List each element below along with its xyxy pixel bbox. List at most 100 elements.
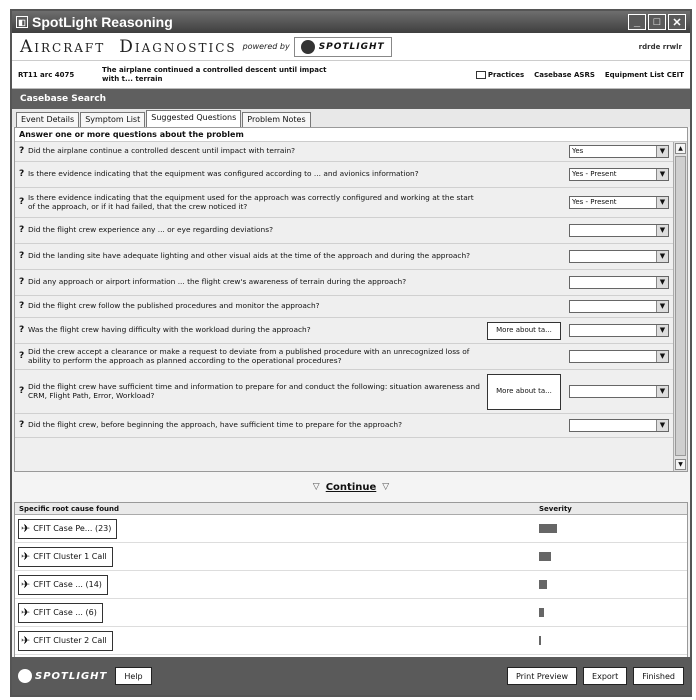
footer-bar: SPOTLIGHT Help Print Preview Export Fini… [12, 657, 690, 695]
scroll-down-arrow-icon[interactable]: ▼ [675, 459, 686, 470]
results-panel: Specific root cause found Severity ✈ CFIT… [14, 502, 688, 660]
answer-select[interactable]: ▼ [569, 385, 669, 398]
spotlight-logo-word: SPOTLIGHT [318, 41, 385, 52]
spotlight-logo: SPOTLIGHT [293, 36, 392, 57]
questions-list: ? Did the airplane continue a controlled … [15, 142, 673, 471]
question-row: ? Did the airplane continue a controlled … [15, 142, 673, 162]
result-button[interactable]: ✈ CFIT Case Pe... (23) [18, 518, 118, 539]
chevron-down-icon[interactable]: ▼ [656, 197, 668, 208]
question-text: Did the airplane continue a controlled d… [28, 146, 296, 156]
result-button[interactable]: ✈ CFIT Cluster 1 Call [18, 546, 113, 567]
severity-bar [539, 552, 551, 561]
more-about-button[interactable]: More about ta... [487, 373, 561, 410]
result-row: ✈ CFIT Case ... (14) [15, 571, 687, 599]
tab-bar: Event Details Symptom List Suggested Que… [12, 109, 690, 127]
question-text: Was the flight crew having difficulty wi… [28, 325, 311, 335]
question-row: ? Did any approach or airport information… [15, 270, 673, 296]
more-about-button[interactable]: More about ta... [487, 321, 561, 340]
finished-button[interactable]: Finished [633, 667, 684, 685]
app-window: ◧ SpotLight Reasoning _ □ ✕ Aircraft Diag… [10, 9, 692, 697]
chevron-down-icon[interactable]: ▼ [656, 325, 668, 336]
export-button[interactable]: Export [583, 667, 628, 685]
result-button[interactable]: ✈ CFIT Case ... (14) [18, 574, 108, 595]
tab-symptom-list[interactable]: Symptom List [80, 112, 146, 127]
question-help-icon[interactable]: ? [19, 198, 28, 207]
question-help-icon[interactable]: ? [19, 387, 28, 396]
answer-select[interactable]: ▼ [569, 324, 669, 337]
chevron-down-icon[interactable]: ▼ [656, 420, 668, 431]
minimize-button[interactable]: _ [628, 14, 646, 30]
tab-problem-notes[interactable]: Problem Notes [242, 112, 311, 127]
continue-button[interactable]: Continue [326, 482, 377, 493]
problem-statement: The airplane continued a controlled desc… [102, 65, 327, 83]
result-button[interactable]: ✈ CFIT Cluster 2 Call [18, 630, 113, 651]
question-help-icon[interactable]: ? [19, 421, 28, 430]
answer-select-value: Yes [572, 147, 584, 156]
answer-select[interactable]: Yes ▼ [569, 145, 669, 158]
casebase-link[interactable]: Casebase ASRS [534, 71, 595, 79]
answer-select[interactable]: ▼ [569, 300, 669, 313]
print-preview-button[interactable]: Print Preview [506, 667, 578, 685]
question-row: ? Did the landing site have adequate ligh… [15, 244, 673, 270]
question-help-icon[interactable]: ? [19, 147, 28, 156]
answer-select[interactable]: Yes - Present ▼ [569, 196, 669, 209]
severity-bar [539, 524, 557, 533]
question-help-icon[interactable]: ? [19, 170, 28, 179]
severity-cell [539, 524, 687, 533]
question-text: Did the landing site have adequate light… [28, 251, 471, 261]
question-row: ? Did the flight crew, before beginning t… [15, 414, 673, 438]
info-links: Practices Casebase ASRS Equipment List C… [475, 70, 684, 79]
chevron-down-icon[interactable]: ▼ [656, 169, 668, 180]
maximize-button[interactable]: □ [648, 14, 666, 30]
footer-actions: Print Preview Export Finished [506, 667, 684, 685]
question-help-icon[interactable]: ? [19, 278, 28, 287]
question-help-icon[interactable]: ? [19, 326, 28, 335]
chevron-down-icon[interactable]: ▼ [656, 225, 668, 236]
title-bar: ◧ SpotLight Reasoning _ □ ✕ [12, 11, 690, 33]
scroll-up-arrow-icon[interactable]: ▲ [675, 143, 686, 154]
tab-event-details[interactable]: Event Details [16, 112, 80, 127]
chevron-down-icon[interactable]: ▼ [656, 386, 668, 397]
aircraft-icon: ✈ [21, 578, 31, 591]
result-row: ✈ CFIT Case Pe... (23) [15, 515, 687, 543]
answer-select[interactable]: ▼ [569, 276, 669, 289]
result-button[interactable]: ✈ CFIT Case ... (6) [18, 602, 103, 623]
question-help-icon[interactable]: ? [19, 352, 28, 361]
aircraft-icon: ✈ [21, 522, 31, 535]
chevron-down-icon[interactable]: ▼ [656, 146, 668, 157]
aircraft-info-bar: RT11 arc 4075 The airplane continued a c… [12, 61, 690, 89]
continue-bar: ▽ Continue ▽ [12, 472, 690, 502]
severity-cell [539, 552, 687, 561]
answer-select[interactable]: ▼ [569, 350, 669, 363]
result-label: CFIT Cluster 2 Call [33, 636, 107, 645]
scroll-thumb[interactable] [675, 156, 686, 456]
footer-logo-icon [18, 669, 32, 683]
chevron-down-icon[interactable]: ▼ [656, 351, 668, 362]
powered-by-label: powered by [242, 42, 290, 51]
result-row: ✈ CFIT Cluster 1 Call [15, 543, 687, 571]
answer-select[interactable]: Yes - Present ▼ [569, 168, 669, 181]
answer-select[interactable]: ▼ [569, 224, 669, 237]
brand-title: Aircraft Diagnostics [20, 37, 237, 57]
questions-scrollbar[interactable]: ▲ ▼ [673, 142, 687, 471]
chevron-down-icon[interactable]: ▼ [656, 277, 668, 288]
help-button[interactable]: Help [115, 667, 152, 685]
tab-suggested-questions[interactable]: Suggested Questions [146, 110, 242, 127]
answer-select[interactable]: ▼ [569, 250, 669, 263]
practices-link[interactable]: Practices [475, 70, 524, 79]
question-help-icon[interactable]: ? [19, 252, 28, 261]
question-help-icon[interactable]: ? [19, 226, 28, 235]
answer-select[interactable]: ▼ [569, 419, 669, 432]
chevron-down-icon[interactable]: ▼ [656, 251, 668, 262]
severity-bar [539, 580, 547, 589]
question-text: Did any approach or airport information … [28, 277, 407, 287]
answer-select-value: Yes - Present [572, 198, 617, 207]
app-icon: ◧ [16, 16, 28, 28]
result-label: CFIT Cluster 1 Call [33, 552, 107, 561]
result-label: CFIT Case ... (14) [33, 580, 102, 589]
question-help-icon[interactable]: ? [19, 302, 28, 311]
close-button[interactable]: ✕ [668, 14, 686, 30]
equipment-link[interactable]: Equipment List CEIT [605, 71, 684, 79]
answer-select-value: Yes - Present [572, 170, 617, 179]
chevron-down-icon[interactable]: ▼ [656, 301, 668, 312]
